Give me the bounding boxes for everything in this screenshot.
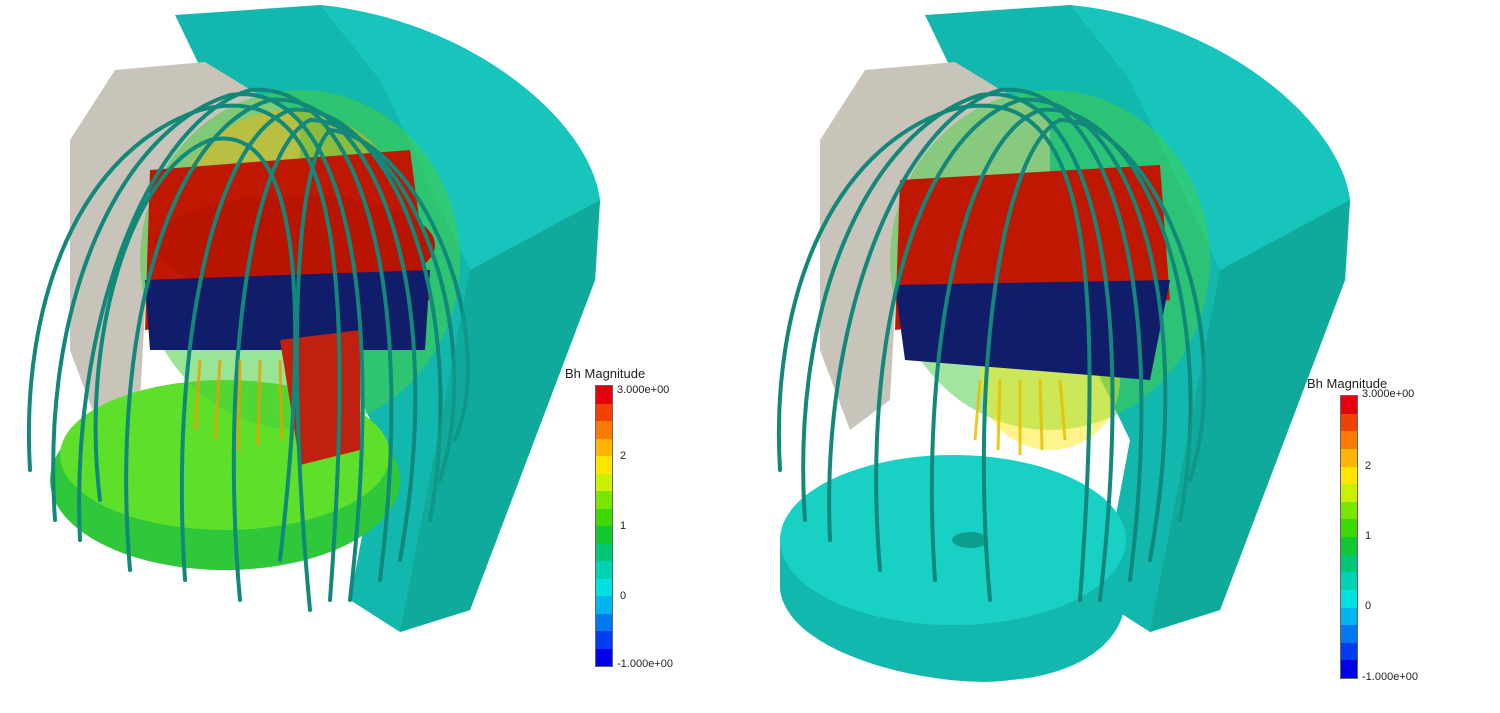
colorbar: [595, 385, 613, 667]
colorbar-band: [596, 508, 612, 526]
colorbar-band: [1341, 519, 1357, 537]
colorbar-band: [596, 543, 612, 561]
left-view: Bh Magnitude 3.000e+00 2 1 0 -1.000e+00: [0, 0, 750, 713]
tick-1: 1: [620, 520, 627, 532]
colorbar-band: [1341, 448, 1357, 467]
tick-0: 0: [620, 590, 627, 602]
colorbar-band: [1341, 554, 1357, 573]
tick-1: 1: [1365, 530, 1372, 542]
tick-2: 2: [620, 450, 627, 462]
right-render: [777, 5, 1350, 682]
colorbar-band: [1341, 413, 1357, 432]
colorbar-band: [1341, 396, 1357, 414]
left-render: [27, 5, 600, 632]
colorbar-band: [1341, 660, 1357, 678]
colorbar-band: [596, 526, 612, 544]
tick-min: -1.000e+00: [1362, 671, 1418, 683]
colorbar-band: [596, 561, 612, 579]
colorbar-band: [1341, 484, 1357, 502]
colorbar-band: [1341, 607, 1357, 626]
tick-2: 2: [1365, 460, 1372, 472]
legend-title: Bh Magnitude: [565, 366, 646, 381]
colorbar-band: [1341, 642, 1357, 661]
base-hole: [952, 532, 988, 548]
tick-0: 0: [1365, 600, 1372, 612]
tick-max: 3.000e+00: [1362, 388, 1415, 400]
colorbar-band: [596, 421, 612, 439]
colorbar-band: [596, 491, 612, 509]
colorbar-band: [1341, 466, 1357, 485]
colorbar-band: [1341, 625, 1357, 643]
tick-max: 3.000e+00: [617, 384, 670, 396]
colorbar: [1340, 395, 1358, 679]
colorbar-band: [596, 613, 612, 631]
colorbar-band: [596, 578, 612, 596]
colorbar-band: [596, 438, 612, 456]
colorbar-band: [1341, 501, 1357, 520]
colorbar-band: [1341, 537, 1357, 555]
tick-min: -1.000e+00: [617, 658, 673, 670]
colorbar-band: [596, 456, 612, 474]
colorbar-band: [596, 648, 612, 666]
colorbar-band: [596, 631, 612, 649]
colorbar-band: [1341, 572, 1357, 590]
colorbar-band: [596, 386, 612, 404]
colorbar-band: [1341, 431, 1357, 449]
colorbar-band: [1341, 589, 1357, 608]
colorbar-band: [596, 403, 612, 421]
colorbar-band: [596, 473, 612, 491]
right-view: Bh Magnitude 3.000e+00 2 1 0 -1.000e+00: [750, 0, 1500, 713]
colorbar-band: [596, 596, 612, 614]
